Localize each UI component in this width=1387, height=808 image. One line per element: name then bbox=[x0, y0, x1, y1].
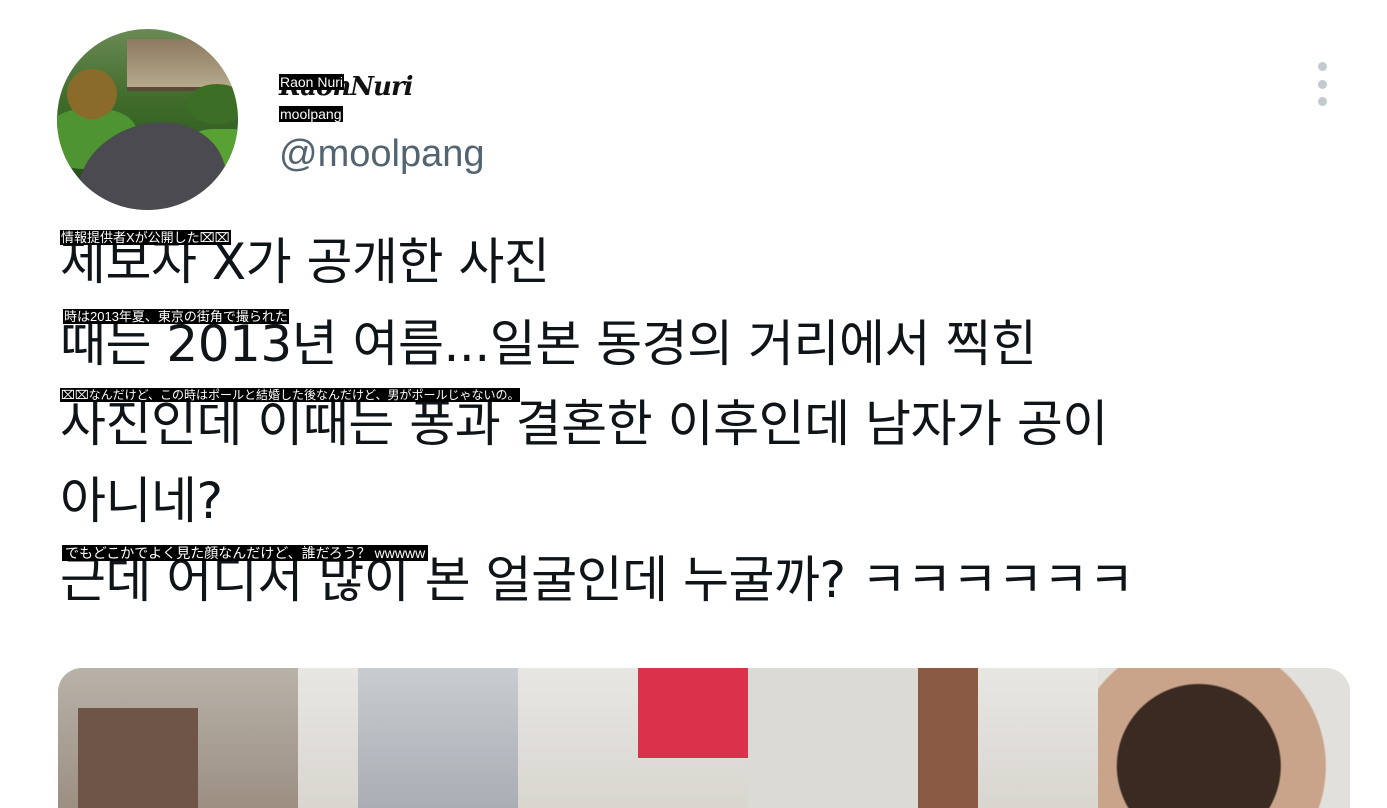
avatar-shrub bbox=[187, 84, 238, 124]
tweet-text-line-4: 아니네? bbox=[60, 472, 223, 530]
translation-overlay-3: ⌧⌧なんだけど、この時はポールと結婚した後なんだけど、男がポールじゃないの。 bbox=[60, 388, 521, 402]
translation-overlay-1: 情報提供者Xが公開した⌧⌧ bbox=[60, 230, 231, 245]
avatar-shrub bbox=[67, 69, 117, 119]
user-handle[interactable]: @moolpang bbox=[279, 133, 484, 176]
dot bbox=[1317, 62, 1327, 71]
dot bbox=[1317, 97, 1327, 106]
more-options-icon[interactable] bbox=[1313, 62, 1331, 106]
photo-sign bbox=[638, 668, 748, 758]
profile-avatar[interactable] bbox=[57, 29, 238, 210]
translation-overlay-4: でもどこかでよく見た顔なんだけど、誰だろう？ wwwww bbox=[62, 545, 429, 561]
photo-person bbox=[1098, 668, 1350, 808]
photo-pole bbox=[918, 668, 978, 808]
photo-building bbox=[748, 668, 928, 808]
display-name-overlay: Raon Nuri bbox=[279, 74, 345, 90]
dot bbox=[1317, 79, 1327, 89]
handle-overlay: moolpang bbox=[279, 106, 343, 122]
photo-building bbox=[358, 668, 518, 808]
tweet-photo[interactable] bbox=[58, 668, 1350, 808]
photo-building bbox=[78, 708, 198, 808]
translation-overlay-2: 時は2013年夏、東京の街角で撮られた bbox=[63, 309, 289, 324]
